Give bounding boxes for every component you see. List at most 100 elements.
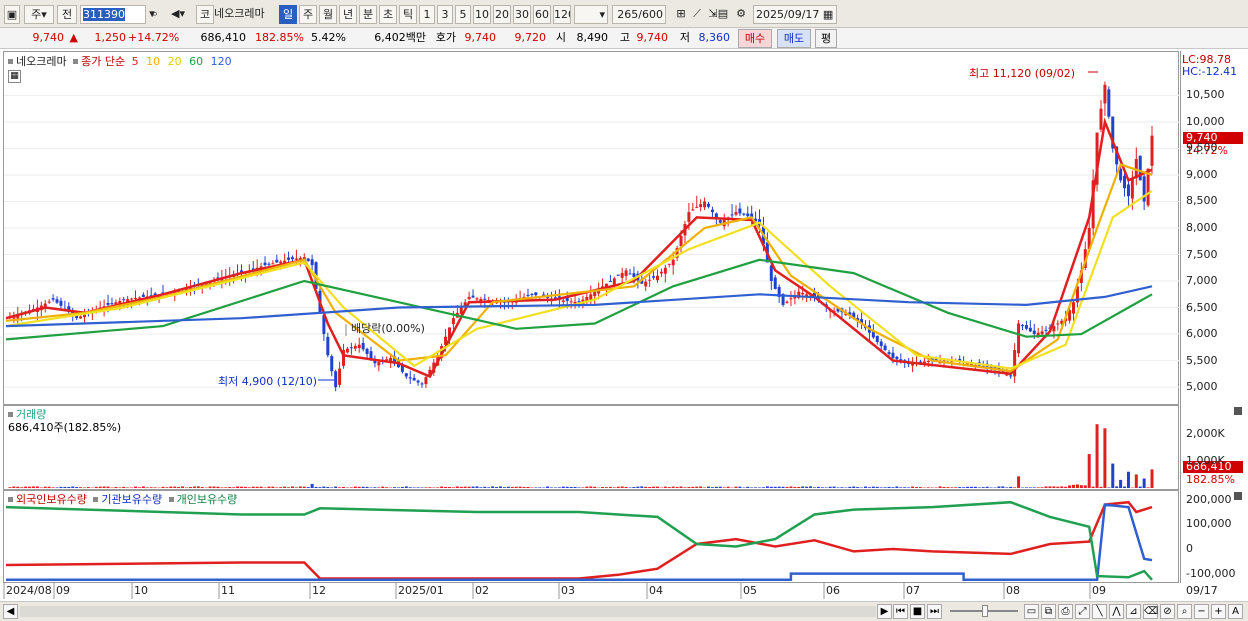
volume-bar	[1028, 487, 1032, 488]
volume-bar	[126, 487, 130, 488]
candle-body	[1056, 323, 1060, 325]
next-page-icon[interactable]: ⏭	[927, 604, 942, 619]
candle-body	[648, 279, 652, 281]
volume-bar	[185, 487, 189, 488]
volume-bar	[793, 486, 797, 488]
volume-bar	[232, 487, 236, 488]
volume-bar	[247, 487, 251, 488]
volume-bar	[82, 487, 86, 488]
volume-bar	[404, 486, 408, 488]
candle-body	[338, 368, 342, 385]
volume-bar	[145, 487, 149, 488]
volume-bar	[942, 486, 946, 488]
ma10-line	[5, 163, 1153, 373]
panel-close-icon[interactable]	[1234, 407, 1242, 415]
cursor-icon[interactable]: ⊘	[1160, 604, 1175, 619]
volume-bar	[518, 486, 522, 488]
volume-bar	[393, 487, 397, 488]
candle-body	[887, 352, 891, 354]
scroll-track[interactable]	[20, 606, 876, 617]
volume-bar	[279, 487, 283, 488]
volume-bar	[864, 486, 867, 488]
x-tick-label: 2025/01	[398, 584, 444, 597]
volume-bar	[318, 487, 322, 488]
copy-icon[interactable]: ⧉	[1041, 604, 1056, 619]
volume-bar	[216, 486, 220, 488]
volume-bar	[94, 486, 98, 488]
legend-marker	[93, 497, 99, 502]
volume-bar	[538, 487, 542, 488]
volume-bar	[573, 486, 577, 488]
volume-bar	[365, 486, 369, 488]
candle-body	[1103, 84, 1107, 104]
volume-bar	[856, 487, 860, 488]
legend-stock-name: 네오크레마	[16, 55, 67, 68]
scroll-right-icon[interactable]: ▶	[877, 604, 892, 619]
legend-marker	[8, 412, 13, 417]
candle-body	[1040, 331, 1044, 335]
candle-body	[263, 262, 267, 266]
volume-bar	[255, 486, 259, 488]
volume-bar	[1075, 484, 1079, 488]
volume-bar	[228, 486, 232, 488]
volume-bar	[1036, 487, 1040, 488]
panel-close-icon[interactable]	[1234, 492, 1242, 500]
volume-bar	[1056, 486, 1060, 488]
candle-body	[1099, 108, 1103, 130]
volume-bar	[306, 487, 310, 488]
candle-body	[416, 380, 420, 383]
zoom-out-icon[interactable]: −	[1194, 604, 1209, 619]
zoom-in-icon[interactable]: +	[1211, 604, 1226, 619]
volume-bar	[648, 487, 652, 488]
volume-bar	[16, 486, 20, 488]
volume-bar	[424, 487, 428, 488]
volume-bar	[938, 486, 942, 488]
volume-bar	[1134, 474, 1138, 488]
candle-body	[275, 259, 279, 263]
trend-tool-icon[interactable]: ⋀	[1109, 604, 1124, 619]
stop-icon[interactable]: ■	[910, 604, 925, 619]
legend-ma-label: 종가 단순	[81, 55, 126, 68]
volume-bar	[196, 486, 200, 488]
volume-bar	[471, 486, 475, 488]
volume-bar	[828, 486, 832, 488]
volume-bar	[79, 487, 83, 488]
volume-bar	[726, 486, 730, 488]
font-size-icon[interactable]: A	[1228, 604, 1243, 619]
volume-bar	[899, 487, 903, 488]
measure-tool-icon[interactable]: ⊿	[1126, 604, 1141, 619]
volume-bar	[718, 486, 722, 488]
volume-bar	[271, 486, 275, 488]
volume-bar	[652, 486, 656, 488]
volume-bar	[969, 486, 973, 488]
volume-bar	[977, 487, 981, 488]
volume-bar	[251, 486, 255, 488]
first-page-icon[interactable]: ⏮	[893, 604, 908, 619]
zoom-slider-handle[interactable]	[982, 605, 988, 617]
candle-body	[369, 351, 373, 359]
line-tool-icon[interactable]: ╲	[1092, 604, 1107, 619]
candle-body	[616, 274, 620, 276]
candle-body	[141, 294, 145, 297]
price-tick-label: 9,000	[1186, 167, 1218, 181]
volume-bar	[243, 486, 247, 488]
layout-icon[interactable]: ▭	[1024, 604, 1039, 619]
candle-body	[361, 342, 365, 350]
volume-bar	[1146, 487, 1150, 488]
magnifier-icon[interactable]: ⌕	[1177, 604, 1192, 619]
volume-bar	[20, 487, 24, 488]
volume-bar	[557, 487, 561, 488]
eraser-icon[interactable]: ⌫	[1143, 604, 1158, 619]
scroll-left-icon[interactable]: ◀	[3, 604, 18, 619]
volume-bar	[530, 487, 534, 488]
volume-bar	[86, 487, 90, 488]
print-icon[interactable]: ⎙	[1058, 604, 1073, 619]
volume-bar	[224, 487, 228, 488]
table-toggle-icon[interactable]: ▦	[8, 70, 21, 83]
candle-body	[1072, 302, 1076, 314]
zoom-fit-icon[interactable]: ⤢	[1075, 604, 1090, 619]
candle-body	[334, 371, 338, 388]
volume-bar	[440, 486, 444, 488]
volume-bar	[1052, 486, 1056, 488]
volume-bar	[867, 487, 871, 488]
